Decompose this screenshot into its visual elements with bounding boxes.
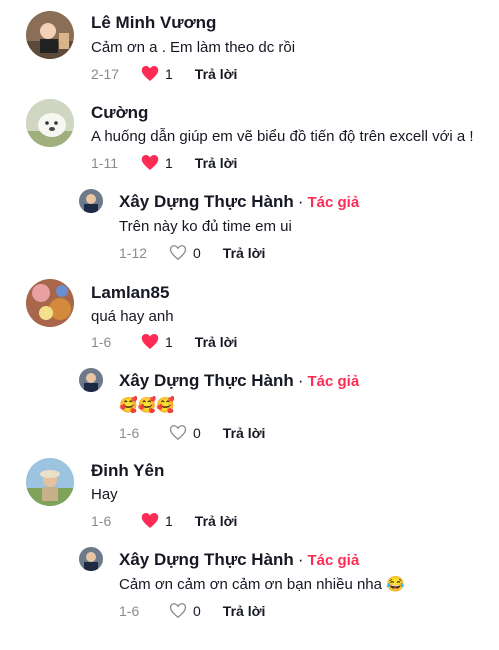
reply-button[interactable]: Trả lời (195, 155, 238, 171)
like-count: 1 (165, 512, 173, 529)
heart-outline-icon[interactable] (169, 424, 187, 441)
reply-author[interactable]: Xây Dựng Thực Hành (119, 192, 294, 211)
comment-meta: 2-17 1 Trả lời (91, 65, 237, 82)
comment-meta: 1-6 1 Trả lời (91, 333, 237, 350)
reply-button[interactable]: Trả lời (223, 425, 266, 441)
heart-icon-filled[interactable] (141, 333, 159, 350)
reply-author-name[interactable]: Xây Dựng Thực Hành · Tác giả (119, 550, 359, 570)
reply-meta: 1-12 0 Trả lời (119, 244, 265, 261)
avatar[interactable] (26, 279, 74, 327)
reply-author-name[interactable]: Xây Dựng Thực Hành · Tác giả (119, 371, 359, 391)
separator: · (297, 371, 304, 390)
reply-button[interactable]: Trả lời (195, 513, 238, 529)
like-count: 1 (165, 154, 173, 171)
reply-author[interactable]: Xây Dựng Thực Hành (119, 550, 294, 569)
avatar[interactable] (26, 99, 74, 147)
reply-date: 1-12 (119, 244, 148, 261)
avatar[interactable] (26, 11, 74, 59)
comment-date: 1-11 (91, 154, 118, 171)
heart-icon-filled[interactable] (141, 65, 159, 82)
comment-text: Cảm ơn a . Em làm theo dc rồi (91, 39, 296, 56)
comment-date: 2-17 (91, 65, 120, 82)
comment-date: 1-6 (91, 512, 112, 529)
reply-button[interactable]: Trả lời (195, 334, 238, 350)
author-badge: Tác giả (307, 194, 360, 211)
reply-date: 1-6 (119, 602, 140, 619)
reply-date: 1-6 (119, 424, 140, 441)
reply-button[interactable]: Trả lời (223, 603, 266, 619)
reply-meta: 1-6 0 Trả lời (119, 424, 265, 441)
avatar[interactable] (79, 189, 103, 213)
commenter-name[interactable]: Lê Minh Vương (91, 13, 216, 33)
author-badge: Tác giả (307, 552, 360, 569)
comment-text: quá hay anh (91, 308, 174, 325)
heart-icon-filled[interactable] (141, 154, 159, 171)
comment-meta: 1-11 1 Trả lời (91, 154, 237, 171)
commenter-name[interactable]: Đinh Yên (91, 461, 164, 481)
like-count: 1 (165, 65, 173, 82)
comment-meta: 1-6 1 Trả lời (91, 512, 237, 529)
heart-outline-icon[interactable] (169, 244, 187, 261)
heart-outline-icon[interactable] (169, 602, 187, 619)
reply-text: 🥰🥰🥰 (119, 397, 176, 414)
reply-author-name[interactable]: Xây Dựng Thực Hành · Tác giả (119, 192, 359, 212)
reply-meta: 1-6 0 Trả lời (119, 602, 265, 619)
commenter-name[interactable]: Lamlan85 (91, 283, 169, 303)
avatar[interactable] (79, 547, 103, 571)
reply-button[interactable]: Trả lời (195, 66, 238, 82)
separator: · (297, 192, 304, 211)
reply-text: Trên này ko đủ time em ui (119, 218, 292, 235)
reply-author[interactable]: Xây Dựng Thực Hành (119, 371, 294, 390)
reply-text: Cảm ơn cảm ơn cảm ơn bạn nhiều nha 😂 (119, 576, 405, 593)
avatar[interactable] (79, 368, 103, 392)
separator: · (297, 550, 304, 569)
comment-text: Hay (91, 486, 118, 503)
author-badge: Tác giả (307, 373, 360, 390)
like-count: 1 (165, 333, 173, 350)
commenter-name[interactable]: Cường (91, 103, 148, 123)
like-count: 0 (193, 244, 201, 261)
reply-button[interactable]: Trả lời (223, 245, 266, 261)
heart-icon-filled[interactable] (141, 512, 159, 529)
like-count: 0 (193, 602, 201, 619)
avatar[interactable] (26, 458, 74, 506)
like-count: 0 (193, 424, 201, 441)
comment-text: A huống dẫn giúp em vẽ biểu đồ tiến độ t… (91, 128, 474, 145)
comment-date: 1-6 (91, 333, 112, 350)
